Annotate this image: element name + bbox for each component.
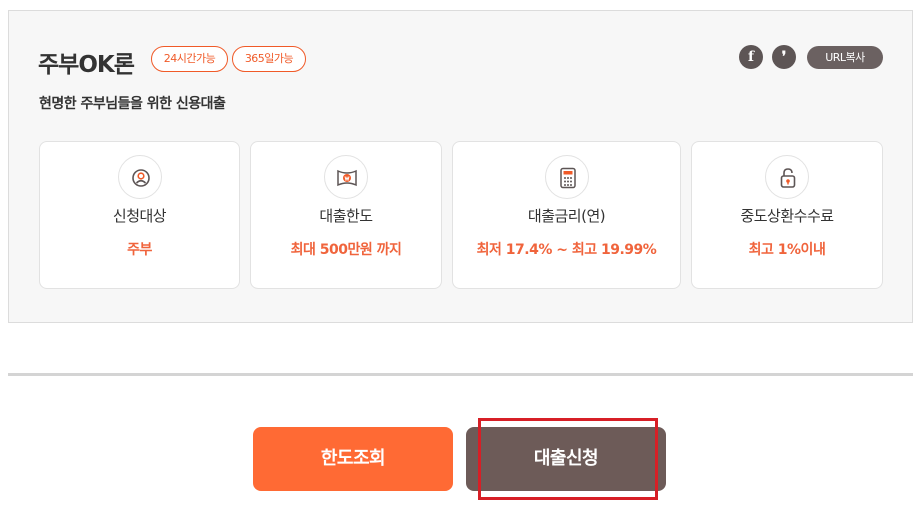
section-divider (8, 373, 913, 376)
lock-icon (765, 155, 809, 199)
card-target: 신청대상 주부 (39, 141, 240, 289)
url-copy-button[interactable]: URL복사 (807, 46, 883, 69)
limit-check-button[interactable]: 한도조회 (253, 427, 453, 491)
product-title: 주부OK론 (38, 52, 135, 78)
calculator-icon (544, 155, 589, 199)
card-value: 주부 (127, 242, 152, 258)
card-label: 중도상환수수료 (740, 207, 834, 225)
person-icon (117, 155, 162, 199)
card-fee: 중도상환수수료 최고 1%이내 (691, 141, 883, 289)
product-subtitle: 현명한 주부님들을 위한 신용대출 (39, 96, 226, 112)
card-rate: 대출금리(연) 최저 17.4% ~ 최고 19.99% (452, 141, 681, 289)
card-value: 최대 500만원 까지 (290, 242, 402, 258)
card-value: 최고 1%이내 (748, 242, 826, 258)
loan-apply-button[interactable]: 대출신청 (466, 427, 666, 491)
product-panel: 주부OK론 24시간가능 365일가능 f ❜ URL복사 현명한 주부님들을 … (8, 10, 913, 323)
money-icon (324, 155, 368, 199)
card-label: 대출한도 (319, 207, 373, 225)
talk-share-icon[interactable]: ❜ (772, 45, 796, 69)
card-limit: 대출한도 최대 500만원 까지 (250, 141, 442, 289)
card-label: 신청대상 (112, 207, 167, 225)
facebook-share-icon[interactable]: f (739, 45, 763, 69)
badge-24h: 24시간가능 (151, 46, 228, 72)
card-value: 최저 17.4% ~ 최고 19.99% (476, 242, 657, 258)
card-label: 대출금리(연) (527, 207, 606, 225)
badge-365d: 365일가능 (232, 46, 306, 72)
